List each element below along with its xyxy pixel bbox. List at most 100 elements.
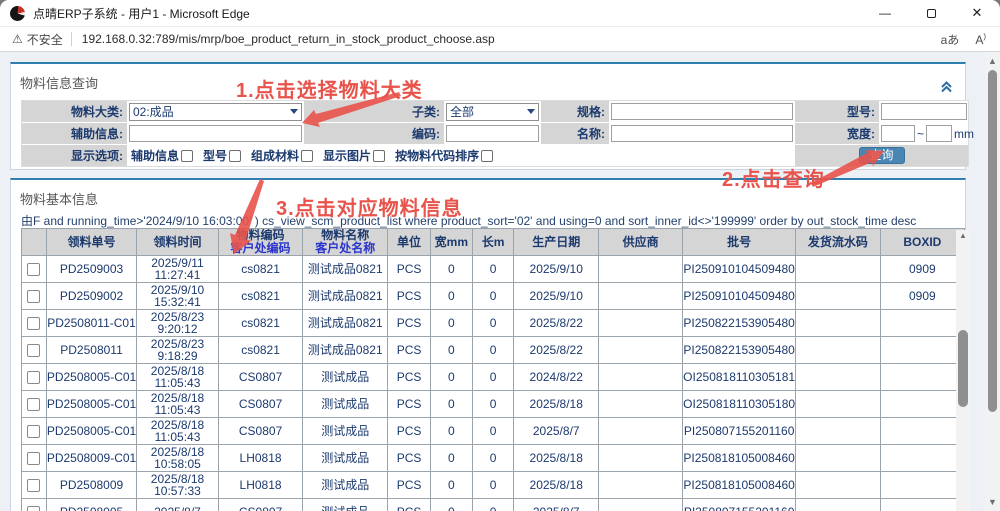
table-row[interactable]: PD2508005-C012025/8/1811:05:43CS0807测试成品… <box>22 364 965 391</box>
row-checkbox[interactable] <box>27 290 40 303</box>
maximize-icon <box>927 9 936 18</box>
option-aux-info-label: 辅助信息 <box>131 147 179 164</box>
close-icon: ✕ <box>972 5 983 21</box>
spec-label: 规格: <box>541 101 609 122</box>
aux-info-label: 辅助信息: <box>22 123 127 144</box>
width-from-input[interactable] <box>881 125 915 142</box>
option-sort-checkbox[interactable] <box>481 150 493 162</box>
query-form: 物料大类: 02:成品 子类: 全部 规格: 型号: 辅助信息: 编码: 名称:… <box>21 100 969 167</box>
search-button[interactable]: 查询 <box>859 147 905 164</box>
row-checkbox[interactable] <box>27 506 40 511</box>
column-header: 宽mm <box>430 229 472 256</box>
name-input[interactable] <box>611 125 793 142</box>
chevron-down-icon <box>290 109 298 114</box>
materials-panel: 物料基本信息 由F and running_time>'2024/9/10 16… <box>10 178 966 511</box>
row-checkbox[interactable] <box>27 452 40 465</box>
material-category-label: 物料大类: <box>22 101 127 122</box>
table-header-row: 领料单号领料时间物料编码客户处编码物料名称客户处名称单位宽mm长m生产日期供应商… <box>22 229 965 256</box>
page-content: 物料信息查询 物料大类: 02:成品 子类: 全部 规格: 型号: 辅助信息: … <box>0 52 1000 511</box>
column-header: 单位 <box>388 229 431 256</box>
scroll-up-icon[interactable]: ▲ <box>985 56 1000 66</box>
minimize-icon: — <box>879 6 891 20</box>
column-header: 批号 <box>683 229 796 256</box>
model-input[interactable] <box>881 103 967 120</box>
url-text[interactable]: 192.168.0.32:789/mis/mrp/boe_product_ret… <box>82 32 925 46</box>
row-checkbox[interactable] <box>27 344 40 357</box>
width-unit: mm <box>954 127 974 141</box>
query-panel: 物料信息查询 物料大类: 02:成品 子类: 全部 规格: 型号: 辅助信息: … <box>10 62 966 170</box>
minimize-button[interactable]: — <box>862 0 908 26</box>
display-options: 辅助信息 型号 组成材料 显示图片 按物料代码排序 <box>128 145 794 166</box>
option-materials-checkbox[interactable] <box>301 150 313 162</box>
width-label: 宽度: <box>795 123 879 144</box>
aux-info-input[interactable] <box>129 125 302 142</box>
site-favicon <box>10 6 25 21</box>
window-title: 点晴ERP子系统 - 用户1 - Microsoft Edge <box>33 5 862 22</box>
table-row[interactable]: PD25090032025/9/1111:27:41cs0821测试成品0821… <box>22 256 965 283</box>
model-label: 型号: <box>795 101 879 122</box>
column-header: 领料单号 <box>46 229 136 256</box>
table-row[interactable]: PD25080092025/8/1810:57:33LH0818测试成品PCS0… <box>22 472 965 499</box>
title-bar: 点晴ERP子系统 - 用户1 - Microsoft Edge — ✕ <box>0 0 1000 27</box>
annotation-step3: 3.点击对应物料信息 <box>276 192 463 221</box>
address-bar[interactable]: ⚠ 不安全 192.168.0.32:789/mis/mrp/boe_produ… <box>0 27 1000 52</box>
table-row[interactable]: PD25080112025/8/239:18:29cs0821测试成品0821P… <box>22 337 965 364</box>
url-divider <box>71 32 72 46</box>
column-header: 物料名称客户处名称 <box>303 229 388 256</box>
option-model-label: 型号 <box>203 147 227 164</box>
table-row[interactable]: PD2508011-C012025/8/239:20:12cs0821测试成品0… <box>22 310 965 337</box>
subcategory-label: 子类: <box>304 101 444 122</box>
display-options-label: 显示选项: <box>22 145 127 166</box>
row-checkbox[interactable] <box>27 398 40 411</box>
page-scrollbar[interactable]: ▲ ▼ <box>985 52 1000 511</box>
annotation-step1: 1.点击选择物料大类 <box>236 74 423 103</box>
option-sort-label: 按物料代码排序 <box>395 147 479 164</box>
chevron-down-icon <box>527 109 535 114</box>
column-header: BOXID <box>880 229 964 256</box>
option-image-checkbox[interactable] <box>373 150 385 162</box>
row-checkbox[interactable] <box>27 425 40 438</box>
column-header: 物料编码客户处编码 <box>218 229 303 256</box>
subcategory-select[interactable]: 全部 <box>446 103 539 121</box>
code-label: 编码: <box>304 123 444 144</box>
query-debug-text: 由F and running_time>'2024/9/10 16:03:00'… <box>21 212 956 229</box>
table-row[interactable]: PD25080052025/8/7CS0807测试成品PCS002025/8/7… <box>22 499 965 511</box>
read-aloud-icon[interactable]: A) <box>975 32 986 47</box>
table-scrollbar[interactable]: ▲ <box>956 230 970 511</box>
column-header: 领料时间 <box>137 229 219 256</box>
row-checkbox[interactable] <box>27 371 40 384</box>
option-image-label: 显示图片 <box>323 147 371 164</box>
translate-icon[interactable]: aあ <box>941 31 960 48</box>
material-category-select[interactable]: 02:成品 <box>129 103 302 121</box>
table-row[interactable]: PD25090022025/9/1015:32:41cs0821测试成品0821… <box>22 283 965 310</box>
collapse-panel-icon[interactable] <box>940 80 953 93</box>
table-row[interactable]: PD2508009-C012025/8/1810:58:05LH0818测试成品… <box>22 445 965 472</box>
security-warning-icon: ⚠ <box>12 32 23 46</box>
table-scrollbar-thumb[interactable] <box>958 330 968 407</box>
annotation-step2: 2.点击查询 <box>722 163 825 192</box>
spec-input[interactable] <box>611 103 793 120</box>
option-aux-info-checkbox[interactable] <box>181 150 193 162</box>
close-button[interactable]: ✕ <box>954 0 1000 26</box>
table-body: PD25090032025/9/1111:27:41cs0821测试成品0821… <box>22 256 965 511</box>
scroll-up-icon[interactable]: ▲ <box>956 230 970 242</box>
column-header: 供应商 <box>598 229 682 256</box>
option-model-checkbox[interactable] <box>229 150 241 162</box>
row-checkbox[interactable] <box>27 317 40 330</box>
materials-table: 领料单号领料时间物料编码客户处编码物料名称客户处名称单位宽mm长m生产日期供应商… <box>21 228 965 511</box>
security-label: 不安全 <box>27 31 63 48</box>
browser-window: 点晴ERP子系统 - 用户1 - Microsoft Edge — ✕ ⚠ 不安… <box>0 0 1000 511</box>
column-header: 发货流水码 <box>796 229 881 256</box>
column-header: 长m <box>472 229 514 256</box>
width-to-input[interactable] <box>926 125 952 142</box>
name-label: 名称: <box>541 123 609 144</box>
code-input[interactable] <box>446 125 539 142</box>
maximize-button[interactable] <box>908 0 954 26</box>
row-checkbox[interactable] <box>27 479 40 492</box>
page-scrollbar-thumb[interactable] <box>988 70 997 412</box>
width-separator: ~ <box>917 127 924 141</box>
table-row[interactable]: PD2508005-C012025/8/1811:05:43CS0807测试成品… <box>22 418 965 445</box>
scroll-down-icon[interactable]: ▼ <box>985 497 1000 507</box>
table-row[interactable]: PD2508005-C012025/8/1811:05:43CS0807测试成品… <box>22 391 965 418</box>
row-checkbox[interactable] <box>27 263 40 276</box>
